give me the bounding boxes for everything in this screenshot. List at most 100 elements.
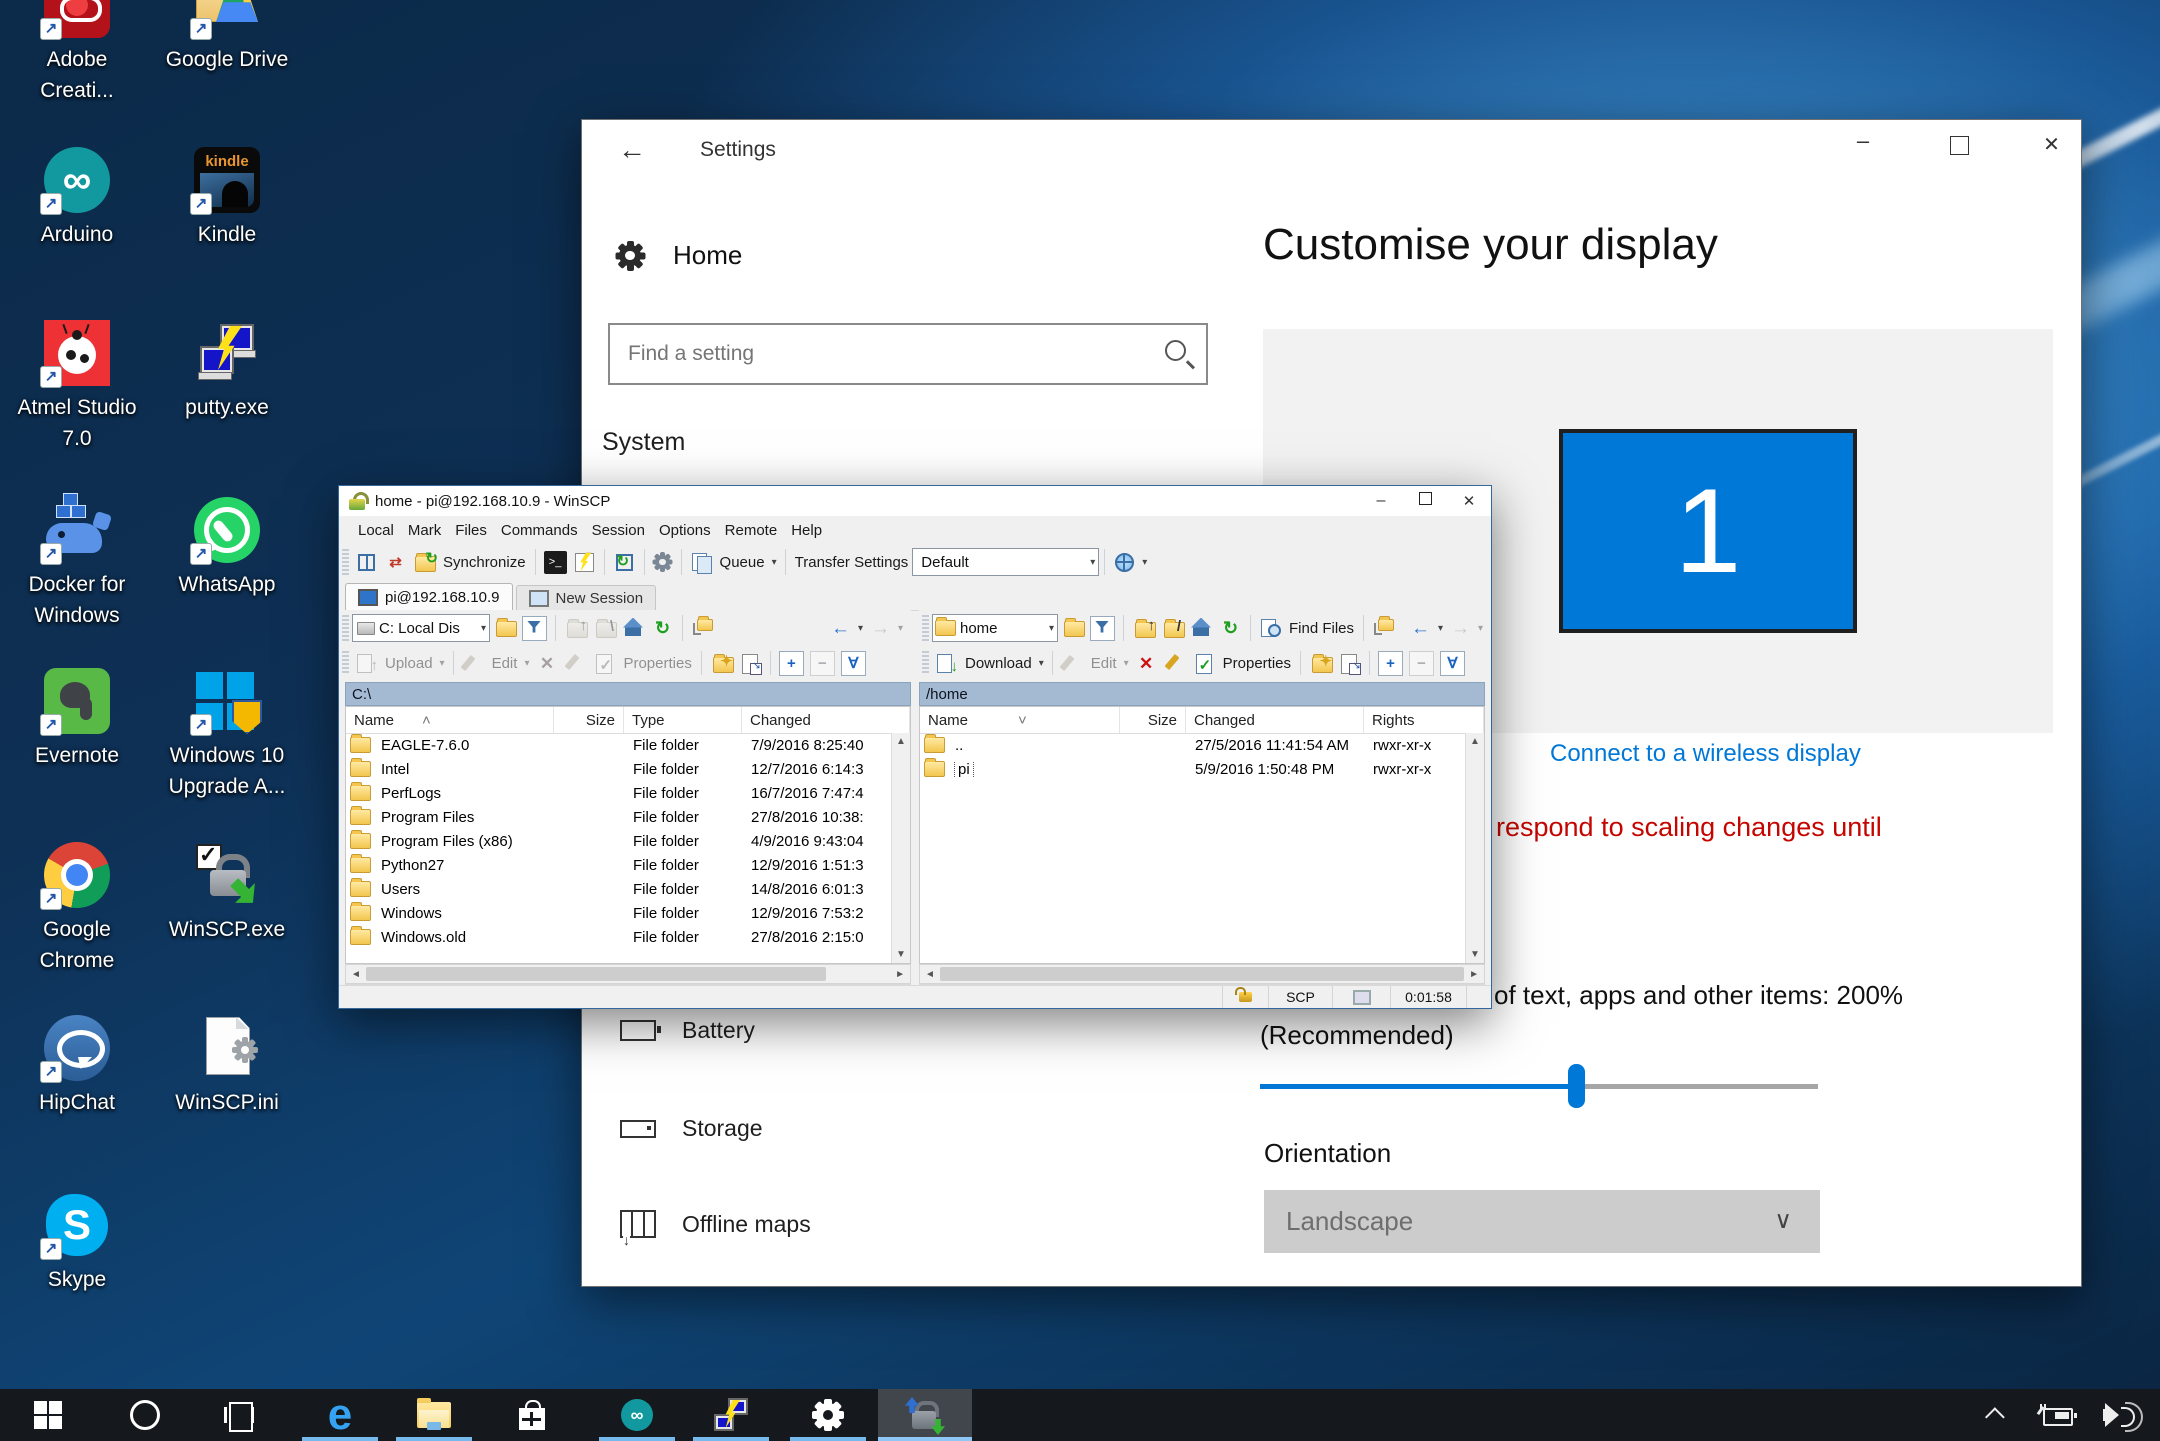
- column-header-type[interactable]: Type: [624, 707, 742, 733]
- edit-caret-icon[interactable]: ▾: [524, 658, 529, 669]
- edit-icon[interactable]: [462, 652, 485, 675]
- scroll-thumb[interactable]: [366, 967, 826, 981]
- left-vertical-scrollbar[interactable]: ▲ ▼: [891, 733, 910, 963]
- edit-label[interactable]: Edit: [1091, 655, 1117, 672]
- right-horizontal-scrollbar[interactable]: ◄ ►: [919, 964, 1485, 984]
- rename-icon[interactable]: [564, 652, 587, 675]
- minimize-button[interactable]: –: [1830, 128, 1896, 154]
- desktop-icon-evernote[interactable]: ↗ Evernote: [11, 668, 143, 771]
- select-plus-icon[interactable]: +: [1378, 651, 1403, 676]
- select-minus-icon[interactable]: −: [810, 651, 835, 676]
- properties-label[interactable]: Properties: [623, 655, 691, 672]
- file-row[interactable]: PerfLogsFile folder16/7/2016 7:47:4: [346, 781, 892, 805]
- new-link-icon[interactable]: ↗: [1338, 652, 1361, 675]
- desktop-icon-windows10-upgrade[interactable]: ↗ Windows 10 Upgrade A...: [161, 668, 293, 802]
- synchronize-icon[interactable]: ↻: [413, 551, 436, 574]
- column-header-name[interactable]: Name˄: [346, 707, 554, 733]
- desktop-icon-whatsapp[interactable]: ↗ WhatsApp: [161, 497, 293, 600]
- column-header-changed[interactable]: Changed: [1186, 707, 1364, 733]
- console-icon[interactable]: >_: [544, 551, 567, 574]
- forward-caret-icon[interactable]: ▾: [898, 623, 903, 634]
- download-caret-icon[interactable]: ▾: [1039, 658, 1044, 669]
- desktop-icon-hipchat[interactable]: ↗ HipChat: [11, 1015, 143, 1118]
- taskbar-start-button[interactable]: [1, 1389, 95, 1441]
- scroll-down-icon[interactable]: ▼: [1466, 949, 1484, 960]
- desktop-icon-winscp-exe[interactable]: ✓ WinSCP.exe: [161, 842, 293, 945]
- orientation-dropdown[interactable]: Landscape ∨: [1264, 1190, 1820, 1253]
- menu-item-files[interactable]: Files: [455, 522, 487, 539]
- back-icon[interactable]: ←: [1409, 617, 1432, 640]
- column-header-size[interactable]: Size: [1120, 707, 1186, 733]
- transfer-settings-dropdown[interactable]: Default ▾: [912, 548, 1099, 576]
- file-row[interactable]: Windows.oldFile folder27/8/2016 2:15:0: [346, 925, 892, 949]
- maximize-button[interactable]: [1926, 136, 1992, 160]
- queue-icon[interactable]: [690, 551, 713, 574]
- sidebar-item-storage[interactable]: Storage: [620, 1115, 763, 1142]
- taskbar-settings-button[interactable]: [781, 1389, 875, 1441]
- scaling-slider[interactable]: [1260, 1064, 1818, 1108]
- upload-icon[interactable]: ↑: [355, 652, 378, 675]
- taskbar-task-view-button[interactable]: [192, 1389, 286, 1441]
- desktop-icon-kindle[interactable]: kindle ↗ Kindle: [161, 147, 293, 250]
- display-1-box[interactable]: 1: [1559, 429, 1857, 633]
- settings-titlebar[interactable]: ← Settings – ✕: [582, 120, 2081, 184]
- properties-label[interactable]: Properties: [1223, 655, 1291, 672]
- preferences-gear-icon[interactable]: [653, 552, 673, 572]
- rename-icon[interactable]: [1164, 652, 1187, 675]
- tab-new-session[interactable]: New Session: [516, 585, 657, 610]
- right-vertical-scrollbar[interactable]: ▲ ▼: [1465, 733, 1484, 963]
- synchronize-label[interactable]: Synchronize: [443, 554, 526, 571]
- upload-label[interactable]: Upload: [385, 655, 433, 672]
- taskbar-store-button[interactable]: [485, 1389, 579, 1441]
- back-icon[interactable]: ←: [829, 617, 852, 640]
- home-directory-icon[interactable]: [622, 617, 645, 640]
- file-row[interactable]: Python27File folder12/9/2016 1:51:3: [346, 853, 892, 877]
- back-icon[interactable]: ←: [618, 134, 646, 166]
- root-directory-icon[interactable]: /: [1161, 617, 1184, 640]
- parent-directory-icon[interactable]: ↑: [564, 617, 587, 640]
- close-button[interactable]: ✕: [2022, 132, 2081, 157]
- connection-icon[interactable]: [1333, 986, 1391, 1008]
- tray-battery-button[interactable]: [2028, 1389, 2084, 1441]
- taskbar-putty-button[interactable]: [684, 1389, 778, 1441]
- resize-grip[interactable]: [1467, 986, 1491, 1008]
- wireless-display-link[interactable]: Connect to a wireless display: [1550, 740, 1861, 768]
- scroll-left-icon[interactable]: ◄: [346, 969, 366, 980]
- select-minus-icon[interactable]: −: [1409, 651, 1434, 676]
- new-folder-icon[interactable]: ✦: [710, 652, 733, 675]
- menu-item-remote[interactable]: Remote: [725, 522, 778, 539]
- search-box[interactable]: [608, 323, 1208, 385]
- invert-selection-icon[interactable]: ∀: [841, 651, 866, 676]
- column-header-changed[interactable]: Changed: [742, 707, 910, 733]
- sync-browsing-icon[interactable]: ⇄: [384, 551, 407, 574]
- new-link-icon[interactable]: ↗: [739, 652, 762, 675]
- menu-item-session[interactable]: Session: [592, 522, 645, 539]
- file-row[interactable]: Program FilesFile folder27/8/2016 10:38:: [346, 805, 892, 829]
- encryption-lock-icon[interactable]: [1223, 986, 1269, 1008]
- desktop-icon-putty[interactable]: putty.exe: [161, 320, 293, 423]
- desktop-icon-atmel-studio[interactable]: ↗ Atmel Studio 7.0: [11, 320, 143, 454]
- find-files-icon[interactable]: [1259, 617, 1282, 640]
- invert-selection-icon[interactable]: ∀: [1440, 651, 1465, 676]
- back-caret-icon[interactable]: ▾: [858, 623, 863, 634]
- file-row[interactable]: .. 27/5/2016 11:41:54 AM rwxr-xr-x: [920, 733, 1466, 757]
- scroll-thumb[interactable]: [940, 967, 1464, 981]
- desktop-icon-google-drive[interactable]: ↗ Google Drive: [161, 0, 293, 75]
- close-button[interactable]: ✕: [1447, 492, 1491, 510]
- menu-item-options[interactable]: Options: [659, 522, 711, 539]
- tab-session-pi[interactable]: pi@192.168.10.9: [345, 583, 513, 610]
- desktop-icon-chrome[interactable]: ↗ Google Chrome: [11, 842, 143, 976]
- file-row[interactable]: IntelFile folder12/7/2016 6:14:3: [346, 757, 892, 781]
- panels-layout-icon[interactable]: [355, 551, 378, 574]
- maximize-button[interactable]: [1403, 492, 1447, 510]
- edit-icon[interactable]: [1061, 652, 1084, 675]
- scroll-left-icon[interactable]: ◄: [920, 969, 940, 980]
- column-header-name[interactable]: Name˅: [920, 707, 1120, 733]
- column-header-size[interactable]: Size: [554, 707, 624, 733]
- menu-item-help[interactable]: Help: [791, 522, 822, 539]
- forward-caret-icon[interactable]: ▾: [1478, 623, 1483, 634]
- taskbar-winscp-button[interactable]: [878, 1389, 972, 1441]
- scroll-right-icon[interactable]: ►: [890, 969, 910, 980]
- scroll-right-icon[interactable]: ►: [1464, 969, 1484, 980]
- queue-label[interactable]: Queue: [720, 554, 765, 571]
